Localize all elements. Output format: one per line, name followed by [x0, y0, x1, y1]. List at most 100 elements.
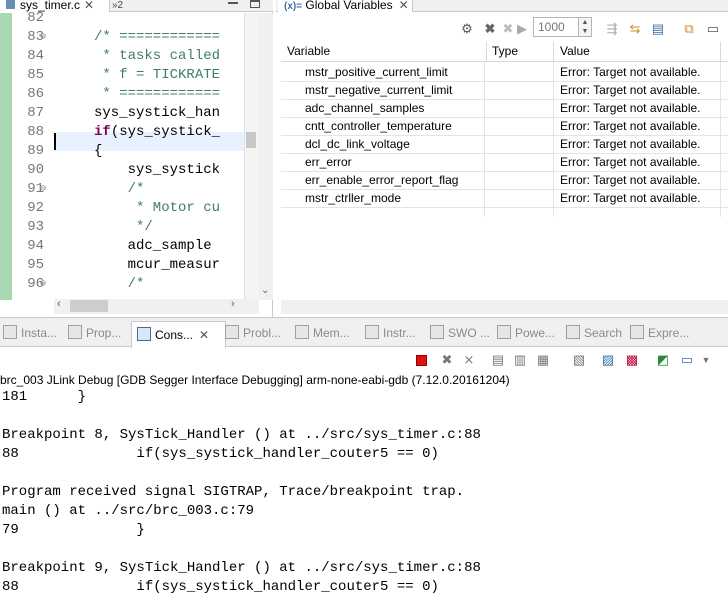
tab-memory-label: Mem... — [313, 326, 350, 340]
clear-console-icon[interactable]: ▤ — [490, 352, 506, 368]
line-number: 95 — [27, 257, 44, 273]
line-number: 87 — [27, 105, 44, 121]
code-line: * Motor cu — [94, 200, 221, 216]
problems-icon — [225, 325, 239, 339]
tab-power-label: Powe... — [515, 326, 556, 340]
swo-icon — [430, 325, 444, 339]
code-editor[interactable]: /* ============ * tasks called * f = TIC… — [54, 13, 244, 300]
display-console-icon[interactable]: ▭ — [679, 352, 695, 368]
variable-name: err_enable_error_report_flag — [305, 173, 459, 187]
collapse-all-icon[interactable]: ⇆ — [626, 20, 644, 38]
tab-search-label: Search — [584, 326, 623, 340]
add-global-variables-icon[interactable]: ⚙ — [458, 20, 476, 38]
variable-name: mstr_negative_current_limit — [305, 83, 453, 97]
minimize-icon[interactable] — [228, 1, 238, 4]
line-number: 92 — [27, 200, 44, 216]
chevron-down-icon[interactable]: ▼ — [698, 352, 714, 368]
tab-overflow[interactable]: »2 — [112, 0, 132, 12]
installations-icon — [3, 325, 17, 339]
c-file-icon — [6, 0, 15, 9]
column-type[interactable]: Type — [492, 44, 518, 58]
console-line: 88 if(sys_systick_handler_couter5 == 0) — [2, 446, 439, 462]
word-wrap-icon[interactable]: ▦ — [535, 352, 551, 368]
line-number: 88 — [27, 124, 44, 140]
variables-icon: (x)= — [284, 1, 303, 12]
variables-horizontal-scrollbar[interactable] — [281, 300, 728, 314]
line-number: 86 — [27, 86, 44, 102]
code-line: * ============ — [94, 86, 221, 102]
overview-ruler — [244, 13, 259, 300]
console-line: Program received signal SIGTRAP, Trace/b… — [2, 484, 465, 500]
variable-value: Error: Target not available. — [560, 65, 701, 79]
tab-global-variables[interactable]: (x)= Global Variables ✕ — [278, 0, 413, 12]
scroll-down-icon[interactable]: ⌄ — [261, 285, 269, 296]
console-line: 181 } — [2, 389, 87, 405]
tab-swo[interactable]: SWO ... — [430, 323, 490, 343]
show-on-stderr-icon[interactable]: ▩ — [624, 352, 640, 368]
refresh-rate-field[interactable]: 1000 — [533, 17, 579, 37]
scroll-lock-icon[interactable]: ▥ — [512, 352, 528, 368]
properties-icon — [68, 325, 82, 339]
tab-problems[interactable]: Probl... — [225, 323, 281, 343]
tab-instructions[interactable]: Instr... — [365, 323, 416, 343]
search-icon — [566, 325, 580, 339]
tab-instructions-label: Instr... — [383, 326, 416, 340]
close-icon[interactable]: ✕ — [199, 328, 209, 342]
show-type-icon[interactable]: ⇶ — [603, 20, 621, 38]
code-line: */ — [94, 219, 153, 235]
fold-toggle-icon[interactable]: ⊖ — [40, 180, 46, 199]
column-divider[interactable] — [553, 42, 554, 62]
close-icon[interactable]: ✕ — [84, 0, 94, 12]
editor-hscroll-thumb[interactable] — [70, 300, 108, 312]
console-output[interactable]: 181 } Breakpoint 8, SysTick_Handler () at… — [0, 389, 728, 602]
pin-console-icon[interactable]: ▧ — [571, 352, 587, 368]
line-number: 89 — [27, 143, 44, 159]
layout-icon[interactable]: ▤ — [649, 20, 667, 38]
column-value[interactable]: Value — [560, 44, 590, 58]
tab-console[interactable]: Cons... ✕ — [131, 321, 226, 348]
new-view-icon[interactable]: ⧉ — [680, 20, 698, 38]
code-line: mcur_measur — [94, 257, 221, 273]
overview-ruler-mark[interactable] — [246, 132, 256, 148]
maximize-icon[interactable] — [250, 0, 260, 8]
code-line: sys_systick — [94, 162, 221, 178]
code-line: sys_systick_han — [94, 105, 221, 121]
scroll-left-icon[interactable]: ‹ — [57, 298, 61, 310]
code-line: /* — [94, 181, 145, 197]
resume-icon[interactable]: ▶ — [513, 20, 531, 38]
tab-installations[interactable]: Insta... — [3, 323, 57, 343]
column-divider[interactable] — [720, 42, 721, 62]
variable-name: mstr_positive_current_limit — [305, 65, 448, 79]
fold-toggle-icon[interactable]: ⊖ — [40, 275, 46, 294]
tab-memory[interactable]: Mem... — [295, 323, 350, 343]
refresh-rate-spinner[interactable]: ▲ ▼ — [579, 17, 592, 37]
tab-properties[interactable]: Prop... — [68, 323, 121, 343]
code-line: { — [94, 143, 103, 159]
tab-search[interactable]: Search — [566, 323, 622, 343]
console-toolbar — [0, 348, 728, 372]
tab-power[interactable]: Powe... — [497, 323, 555, 343]
console-line: main () at ../src/brc_003.c:79 — [2, 503, 255, 519]
line-number: 85 — [27, 67, 44, 83]
show-on-stdout-icon[interactable]: ▨ — [600, 352, 616, 368]
remove-all-terminated-icon[interactable]: ⨯ — [461, 352, 477, 368]
remove-launch-icon[interactable]: ✖ — [439, 352, 455, 368]
column-variable[interactable]: Variable — [287, 44, 330, 58]
variable-name: cntt_controller_temperature — [305, 119, 452, 133]
open-console-icon[interactable]: ◩ — [655, 352, 671, 368]
line-number: 84 — [27, 48, 44, 64]
editor-vertical-scrollbar[interactable]: ⌄ — [259, 13, 273, 300]
tab-expressions[interactable]: Expre... — [630, 323, 689, 343]
tab-console-label: Cons... — [155, 328, 194, 342]
code-line: /* ============ — [94, 29, 221, 45]
remove-variable-icon[interactable]: ✖ — [481, 20, 499, 38]
view-menu-icon[interactable]: ▭ — [704, 20, 722, 38]
code-line: adc_sample — [94, 238, 212, 254]
tab-expressions-label: Expre... — [648, 326, 690, 340]
scroll-right-icon[interactable]: › — [231, 298, 235, 310]
column-divider[interactable] — [486, 42, 487, 62]
variable-name: adc_channel_samples — [305, 101, 425, 115]
terminate-icon[interactable] — [416, 355, 427, 366]
fold-toggle-icon[interactable]: ⊖ — [40, 28, 46, 47]
close-icon[interactable]: ✕ — [399, 0, 409, 12]
